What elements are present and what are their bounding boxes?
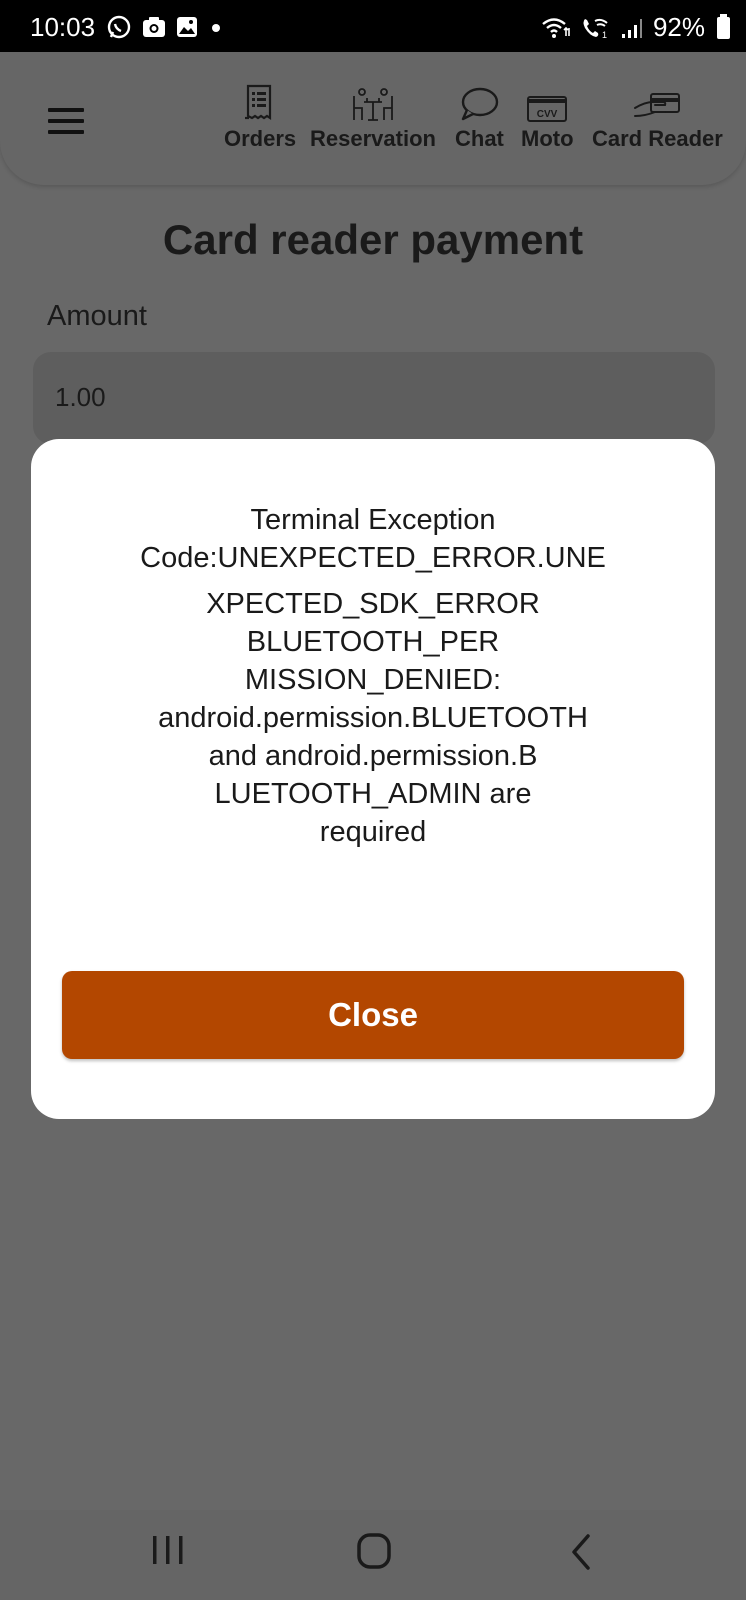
error-line: android.permission.BLUETOOTH xyxy=(158,702,588,734)
back-icon[interactable] xyxy=(566,1532,596,1572)
wifi-calling-icon: 1 xyxy=(583,18,608,40)
recent-apps-icon[interactable] xyxy=(150,1532,186,1568)
error-line: BLUETOOTH_PER xyxy=(246,626,500,658)
error-line: XPECTED_SDK_ERROR xyxy=(206,588,540,620)
menu-icon[interactable] xyxy=(48,108,84,141)
system-navigation-bar xyxy=(0,1510,746,1600)
whatsapp-icon xyxy=(107,15,131,39)
card-reader-icon xyxy=(634,93,681,117)
tab-moto[interactable]: CVV Moto xyxy=(521,84,574,152)
amount-value: 1.00 xyxy=(55,382,106,412)
camera-icon xyxy=(143,17,165,37)
battery-percentage: 92% xyxy=(652,12,705,42)
cvv-card-icon: CVV xyxy=(527,96,568,122)
tab-reservation-label: Reservation xyxy=(310,126,436,151)
signal-icon xyxy=(621,18,642,38)
tab-card-reader-label: Card Reader xyxy=(592,126,723,151)
amount-field[interactable]: 1.00 xyxy=(33,352,715,444)
gallery-icon xyxy=(177,17,197,37)
dining-table-icon xyxy=(353,88,393,121)
dot-icon xyxy=(212,24,220,32)
error-line: and android.permission.B xyxy=(208,740,538,772)
error-message: Terminal Exception Code:UNEXPECTED_ERROR… xyxy=(31,501,715,851)
amount-label: Amount xyxy=(47,300,147,332)
tab-orders-label: Orders xyxy=(224,126,297,151)
error-line: Terminal Exception xyxy=(250,504,496,536)
tab-chat-label: Chat xyxy=(455,126,504,151)
tab-card-reader[interactable]: Card Reader xyxy=(592,84,723,152)
status-time: 10:03 xyxy=(30,12,96,42)
tab-chat[interactable]: Chat xyxy=(455,84,504,152)
chat-bubble-icon xyxy=(462,87,499,121)
error-line: required xyxy=(319,816,427,848)
svg-text:CVV: CVV xyxy=(537,109,558,120)
status-bar: 10:03 1 92% xyxy=(0,0,746,52)
tab-moto-label: Moto xyxy=(521,126,574,151)
page-title: Card reader payment xyxy=(162,216,584,263)
svg-text:1: 1 xyxy=(602,30,607,40)
home-icon[interactable] xyxy=(355,1532,395,1572)
close-button[interactable]: Close xyxy=(62,971,684,1059)
tab-orders[interactable]: Orders xyxy=(224,84,296,152)
error-line: Code:UNEXPECTED_ERROR.UNE xyxy=(140,542,606,574)
error-line: LUETOOTH_ADMIN are xyxy=(214,778,532,810)
tab-reservation[interactable]: Reservation xyxy=(310,84,436,152)
battery-icon xyxy=(717,13,730,39)
error-line: MISSION_DENIED: xyxy=(244,664,502,696)
error-dialog: Terminal Exception Code:UNEXPECTED_ERROR… xyxy=(31,439,715,1119)
receipt-icon xyxy=(245,84,272,121)
wifi-icon xyxy=(542,17,570,38)
